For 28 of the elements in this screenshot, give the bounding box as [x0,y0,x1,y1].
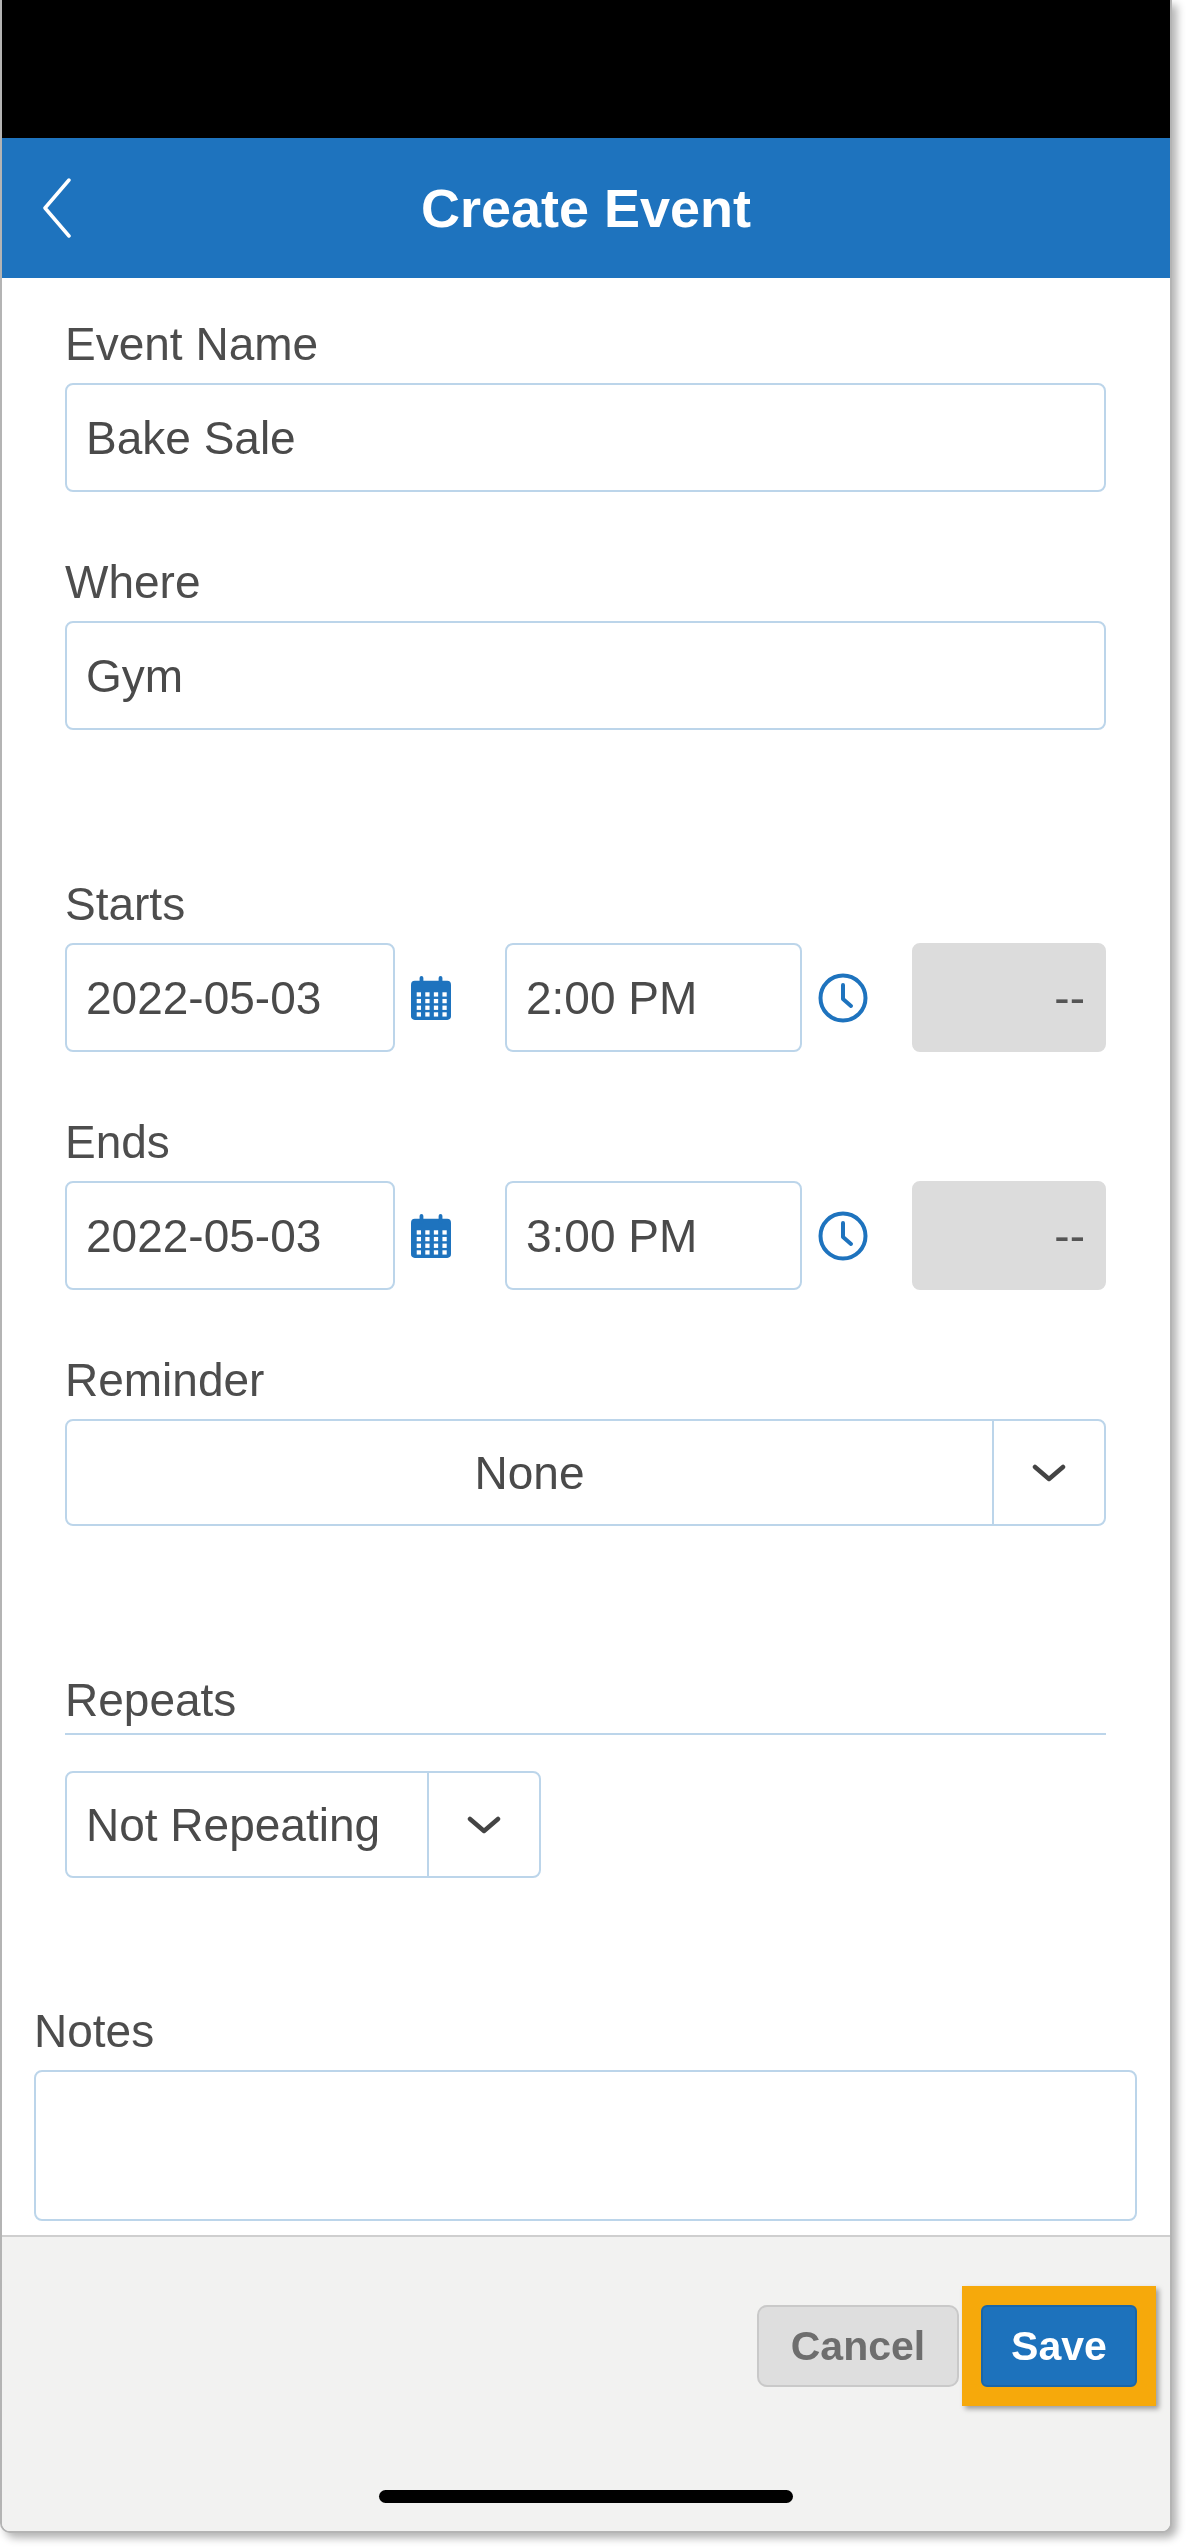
field-label: Ends [65,1116,170,1168]
field-label: Where [65,556,201,608]
chevron-down-icon [1032,1463,1066,1482]
text-input[interactable]: Gym [65,621,1106,730]
screen-title: Create Event [420,177,752,240]
back-icon[interactable] [42,178,72,238]
chevron-down-icon [467,1815,501,1834]
notes-field[interactable] [34,2070,1137,2221]
disabled-field: -- [912,1181,1106,1290]
date-input[interactable]: 2022-05-03 [65,1181,395,1290]
field-label: Starts [65,878,186,930]
clock-icon[interactable] [818,1210,868,1261]
cancel-button[interactable]: Cancel [757,2305,959,2387]
date-input[interactable]: 2022-05-03 [65,943,395,1052]
disabled-field: -- [912,943,1106,1052]
dropdown-field[interactable]: Not Repeating [65,1771,541,1878]
text-input[interactable]: Bake Sale [65,383,1106,492]
save-button[interactable]: Save [981,2305,1137,2387]
time-input[interactable]: 2:00 PM [505,943,802,1052]
dropdown-field[interactable]: None [65,1419,1106,1526]
field-label: Notes [34,2005,155,2057]
clock-icon[interactable] [818,972,868,1023]
calendar-icon[interactable] [411,1212,451,1259]
calendar-icon[interactable] [411,974,451,1021]
time-input[interactable]: 3:00 PM [505,1181,802,1290]
field-label: Reminder [65,1354,265,1406]
field-label: Repeats [65,1674,237,1726]
field-label: Event Name [65,318,319,370]
